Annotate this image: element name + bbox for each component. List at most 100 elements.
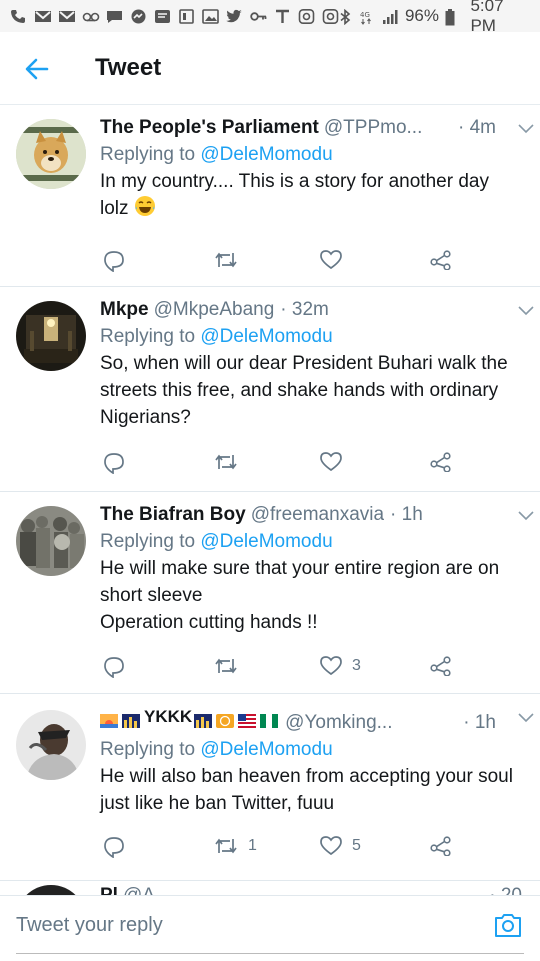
chevron-down-icon[interactable] [518, 710, 534, 723]
timestamp: · 1h [390, 504, 423, 525]
display-name[interactable]: Pl [100, 883, 118, 895]
reply-button[interactable] [103, 452, 125, 474]
retweet-icon [215, 252, 237, 268]
avatar[interactable] [16, 301, 86, 371]
reply-icon [104, 251, 124, 272]
tweet-text-line: He will make sure that your entire regio… [100, 558, 500, 606]
timestamp: · 32m [280, 299, 329, 320]
share-button[interactable] [430, 452, 452, 472]
back-arrow-icon[interactable] [24, 56, 50, 82]
reply-button[interactable] [103, 836, 125, 858]
tweet-body: YKKK @Yomking... · 1h Replying to @DeleM… [100, 704, 522, 817]
tweet-actions: 3 [100, 656, 460, 680]
camera-icon[interactable] [494, 912, 522, 938]
battery-percent: 96% [404, 6, 439, 25]
replying-prefix: Replying to [100, 739, 201, 760]
mention-link[interactable]: @DeleMomodu [200, 739, 332, 760]
avatar[interactable] [16, 506, 86, 576]
share-icon [430, 656, 451, 676]
app-header: Tweet [0, 32, 540, 105]
chevron-down-icon[interactable] [518, 121, 534, 134]
user-handle[interactable]: @TPPmo... [324, 115, 422, 141]
reply-icon [104, 453, 124, 474]
like-count: 3 [352, 657, 361, 674]
heart-icon [320, 656, 342, 676]
user-handle[interactable]: @freemanxavia [251, 502, 384, 528]
phone-icon [10, 9, 27, 24]
retweet-button[interactable] [214, 452, 238, 472]
messages-icon [154, 9, 171, 24]
instagram-icon [322, 8, 339, 24]
replying-prefix: Replying to [100, 531, 201, 552]
tweet-text-content: In my country.... This is a story for an… [100, 171, 489, 219]
reply-composer: Tweet your reply [0, 895, 540, 961]
timestamp: · 20 [483, 883, 522, 895]
timestamp: · 4m [458, 117, 496, 138]
mention-link[interactable]: @DeleMomodu [200, 326, 332, 347]
laughing-emoji-icon [134, 195, 156, 225]
display-name[interactable]: YKKK [100, 704, 280, 730]
like-button[interactable]: 5 [320, 836, 361, 856]
share-icon [430, 452, 451, 472]
retweet-button[interactable]: 1 [214, 836, 257, 856]
retweet-button[interactable] [214, 250, 238, 270]
tweet-text: In my country.... This is a story for an… [100, 168, 522, 225]
night-city-emoji-icon [194, 710, 213, 728]
key-icon [250, 9, 267, 24]
tweet-item[interactable]: The People's Parliament @TPPmo... · 4m R… [0, 105, 540, 287]
bluetooth-icon [339, 8, 354, 25]
tweet-item[interactable]: YKKK @Yomking... · 1h Replying to @DeleM… [0, 694, 540, 881]
tweet-item[interactable]: The Biafran Boy @freemanxavia · 1h Reply… [0, 492, 540, 694]
tweet-header: YKKK @Yomking... · 1h [100, 704, 522, 736]
messenger-icon [130, 9, 147, 24]
display-name[interactable]: The People's Parliament [100, 115, 319, 141]
avatar[interactable] [16, 710, 86, 780]
replying-prefix: Replying to [100, 144, 201, 165]
tweet-item[interactable]: Pl @A · 20 [0, 881, 540, 895]
replying-to: Replying to @DeleMomodu [100, 141, 522, 168]
share-button[interactable] [430, 656, 452, 676]
retweet-icon [215, 838, 237, 854]
heart-icon [320, 836, 342, 856]
user-handle[interactable]: @Yomking... [285, 710, 392, 736]
tweet-body: Mkpe @MkpeAbang · 32m Replying to @DeleM… [100, 297, 522, 431]
tweet-text-line: Operation cutting hands !! [100, 612, 318, 633]
user-handle[interactable]: @MkpeAbang [154, 297, 275, 323]
mention-link[interactable]: @DeleMomodu [200, 531, 332, 552]
avatar[interactable] [16, 885, 86, 895]
mention-link[interactable]: @DeleMomodu [200, 144, 332, 165]
display-name[interactable]: Mkpe [100, 297, 149, 323]
heart-icon [320, 452, 342, 472]
tweet-actions [100, 250, 460, 274]
chevron-down-icon[interactable] [518, 508, 534, 521]
display-name[interactable]: The Biafran Boy [100, 502, 246, 528]
display-name-text: YKKK [144, 707, 193, 726]
status-bar: 4G 96% 5:07 PM [0, 0, 540, 35]
share-button[interactable] [430, 836, 452, 856]
chevron-down-icon[interactable] [518, 303, 534, 316]
avatar[interactable] [16, 119, 86, 189]
timestamp: · 1h [463, 712, 496, 733]
like-button[interactable]: 3 [320, 656, 361, 676]
like-count: 5 [352, 837, 361, 854]
retweet-button[interactable] [214, 656, 238, 676]
reply-button[interactable] [103, 656, 125, 678]
like-button[interactable] [320, 452, 342, 472]
t-icon [274, 9, 291, 24]
like-button[interactable] [320, 250, 342, 270]
heart-icon [320, 250, 342, 270]
replying-to: Replying to @DeleMomodu [100, 323, 522, 350]
share-button[interactable] [430, 250, 452, 270]
reply-input[interactable]: Tweet your reply [16, 914, 163, 937]
user-handle[interactable]: @A [123, 883, 155, 895]
gmail-icon [34, 9, 51, 24]
page-title: Tweet [95, 54, 162, 81]
chat-icon [106, 9, 123, 24]
clock: 5:07 PM [470, 0, 504, 35]
signal-icon [382, 9, 399, 24]
reply-button[interactable] [103, 250, 125, 272]
tweet-body: The Biafran Boy @freemanxavia · 1h Reply… [100, 502, 522, 636]
tweet-text: He will also ban heaven from accepting y… [100, 766, 513, 814]
tweet-item[interactable]: Mkpe @MkpeAbang · 32m Replying to @DeleM… [0, 287, 540, 492]
retweet-icon [215, 454, 237, 470]
